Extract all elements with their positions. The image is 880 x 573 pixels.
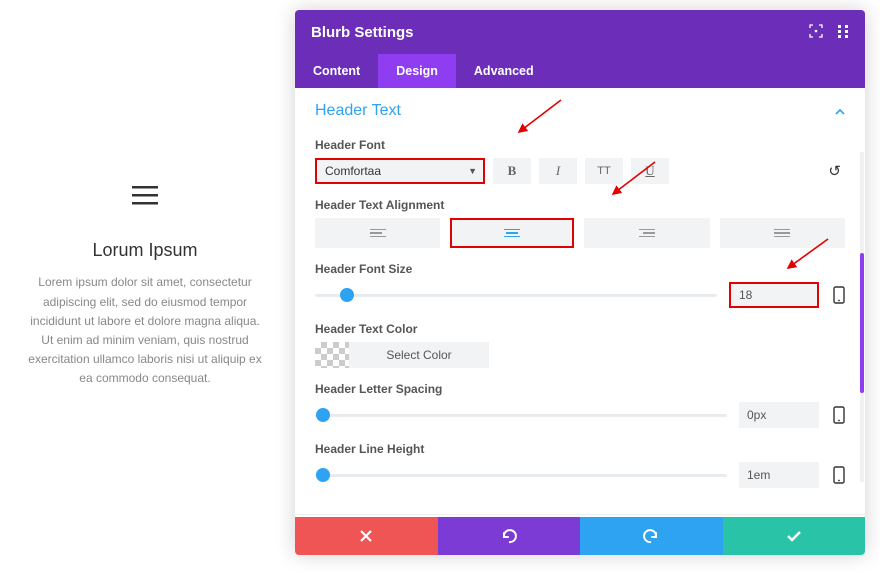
field-header-line-height: Header Line Height 1em xyxy=(315,442,845,488)
panel-title: Blurb Settings xyxy=(311,24,414,41)
save-button[interactable] xyxy=(723,517,866,555)
line-height-value[interactable]: 1em xyxy=(739,462,819,488)
underline-button[interactable]: U xyxy=(631,158,669,184)
chevron-up-icon xyxy=(835,104,845,118)
settings-panel: Blurb Settings Content Design Advanced xyxy=(295,10,865,555)
letter-spacing-slider[interactable] xyxy=(315,414,727,417)
responsive-icon[interactable] xyxy=(831,286,845,304)
field-header-font-size: Header Font Size 18 xyxy=(315,262,845,308)
italic-button[interactable]: I xyxy=(539,158,577,184)
font-select[interactable]: Comfortaa xyxy=(315,158,485,184)
section-header-text-toggle[interactable]: Header Text xyxy=(295,88,865,130)
responsive-icon[interactable] xyxy=(831,466,845,484)
panel-content: Header Text Header Font Comfortaa B I TT xyxy=(295,88,865,517)
letter-spacing-value[interactable]: 0px xyxy=(739,402,819,428)
line-height-slider[interactable] xyxy=(315,474,727,477)
color-swatch[interactable] xyxy=(315,342,349,368)
label-header-alignment: Header Text Alignment xyxy=(315,198,845,212)
tab-content[interactable]: Content xyxy=(295,54,378,88)
section-body-text-toggle[interactable]: Body Text xyxy=(295,515,865,517)
font-size-handle[interactable] xyxy=(340,288,354,302)
label-header-text-color: Header Text Color xyxy=(315,322,845,336)
reset-icon[interactable]: ↺ xyxy=(828,162,845,180)
undo-button[interactable] xyxy=(438,517,581,555)
blurb-preview: Lorum Ipsum Lorem ipsum dolor sit amet, … xyxy=(0,0,290,573)
panel-actions xyxy=(295,517,865,555)
section-header-text: Header Text Header Font Comfortaa B I TT xyxy=(295,88,865,515)
tabs: Content Design Advanced xyxy=(295,54,865,88)
align-center-button[interactable] xyxy=(450,218,574,248)
field-header-font: Header Font Comfortaa B I TT U ↺ xyxy=(315,138,845,184)
align-left-button[interactable] xyxy=(315,218,440,248)
titlebar: Blurb Settings xyxy=(295,10,865,54)
font-select-value: Comfortaa xyxy=(325,164,381,178)
label-header-letter-spacing: Header Letter Spacing xyxy=(315,382,845,396)
hamburger-icon xyxy=(132,184,158,210)
preview-text: Lorem ipsum dolor sit amet, consectetur … xyxy=(0,273,290,388)
section-body-text: Body Text xyxy=(295,515,865,517)
field-header-text-color: Header Text Color Select Color xyxy=(315,322,845,368)
section-title: Header Text xyxy=(315,102,401,120)
label-header-font: Header Font xyxy=(315,138,845,152)
redo-button[interactable] xyxy=(580,517,723,555)
tab-design[interactable]: Design xyxy=(378,54,456,88)
font-size-value[interactable]: 18 xyxy=(729,282,819,308)
responsive-icon[interactable] xyxy=(831,406,845,424)
label-header-font-size: Header Font Size xyxy=(315,262,845,276)
bold-button[interactable]: B xyxy=(493,158,531,184)
scrollbar-thumb[interactable] xyxy=(860,253,864,393)
uppercase-button[interactable]: TT xyxy=(585,158,623,184)
line-height-handle[interactable] xyxy=(316,468,330,482)
font-size-slider[interactable] xyxy=(315,294,717,297)
field-header-alignment: Header Text Alignment xyxy=(315,198,845,248)
expand-icon[interactable] xyxy=(809,24,823,41)
drag-icon[interactable] xyxy=(837,24,849,41)
align-justify-button[interactable] xyxy=(720,218,845,248)
preview-title: Lorum Ipsum xyxy=(92,240,197,261)
label-header-line-height: Header Line Height xyxy=(315,442,845,456)
align-right-button[interactable] xyxy=(584,218,709,248)
cancel-button[interactable] xyxy=(295,517,438,555)
field-header-letter-spacing: Header Letter Spacing 0px xyxy=(315,382,845,428)
tab-advanced[interactable]: Advanced xyxy=(456,54,552,88)
select-color-button[interactable]: Select Color xyxy=(349,342,489,368)
letter-spacing-handle[interactable] xyxy=(316,408,330,422)
